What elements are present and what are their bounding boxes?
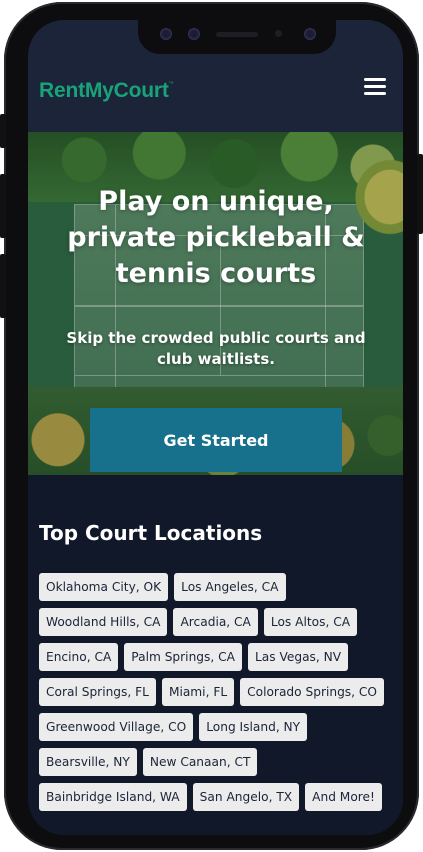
top-locations-section: Top Court Locations Oklahoma City, OK Lo… [28,475,403,835]
hero-subtitle: Skip the crowded public courts and club … [66,329,366,368]
speaker-grille [216,32,258,37]
and-more-chip[interactable]: And More! [305,783,382,811]
location-chip[interactable]: Coral Springs, FL [39,678,156,706]
hero-section: Play on unique, private pickleball & ten… [28,132,403,475]
chip-row: Oklahoma City, OK Los Angeles, CA [39,573,399,601]
phone-screen: RentMyCourt™ Play on unique, private pic… [28,20,403,835]
location-chip[interactable]: Las Vegas, NV [247,643,349,671]
hamburger-menu-icon[interactable] [364,78,386,96]
location-chip[interactable]: Greenwood Village, CO [39,713,194,741]
section-title: Top Court Locations [39,521,263,545]
chip-row: Encino, CA Palm Springs, CA Las Vegas, N… [39,643,399,671]
location-chip[interactable]: Arcadia, CA [173,608,258,636]
location-chip[interactable]: Oklahoma City, OK [39,573,169,601]
trademark-mark: ™ [168,81,174,87]
hero-title: Play on unique, private pickleball & ten… [67,186,365,289]
proximity-sensor [275,30,282,37]
volume-down-button [0,254,6,318]
location-chip[interactable]: Bearsville, NY [39,748,137,776]
location-chip[interactable]: Encino, CA [39,643,119,671]
location-chip[interactable]: Bainbridge Island, WA [39,783,187,811]
location-chip[interactable]: Miami, FL [161,678,235,706]
phone-frame: RentMyCourt™ Play on unique, private pic… [0,2,423,850]
front-camera-icon [160,28,172,40]
chip-row: Bearsville, NY New Canaan, CT [39,748,399,776]
power-button [417,154,423,234]
chip-row: Bainbridge Island, WA San Angelo, TX And… [39,783,399,811]
location-chip[interactable]: Woodland Hills, CA [39,608,168,636]
chip-row: Greenwood Village, CO Long Island, NY [39,713,399,741]
volume-up-button [0,174,6,238]
get-started-button[interactable]: Get Started [90,408,342,472]
location-chip[interactable]: Long Island, NY [199,713,308,741]
logo-text: RentMyCourt [39,79,169,102]
location-chip[interactable]: Palm Springs, CA [124,643,242,671]
mute-switch [0,114,6,148]
location-chip-list: Oklahoma City, OK Los Angeles, CA Woodla… [39,573,399,818]
location-chip[interactable]: Los Angeles, CA [174,573,286,601]
chip-row: Coral Springs, FL Miami, FL Colorado Spr… [39,678,399,706]
location-chip[interactable]: Los Altos, CA [263,608,358,636]
notch [138,20,336,54]
location-chip[interactable]: New Canaan, CT [142,748,258,776]
sensor-icon [188,28,200,40]
face-id-camera-icon [304,28,316,40]
chip-row: Woodland Hills, CA Arcadia, CA Los Altos… [39,608,399,636]
location-chip[interactable]: San Angelo, TX [192,783,300,811]
location-chip[interactable]: Colorado Springs, CO [240,678,385,706]
logo[interactable]: RentMyCourt™ [39,79,174,103]
